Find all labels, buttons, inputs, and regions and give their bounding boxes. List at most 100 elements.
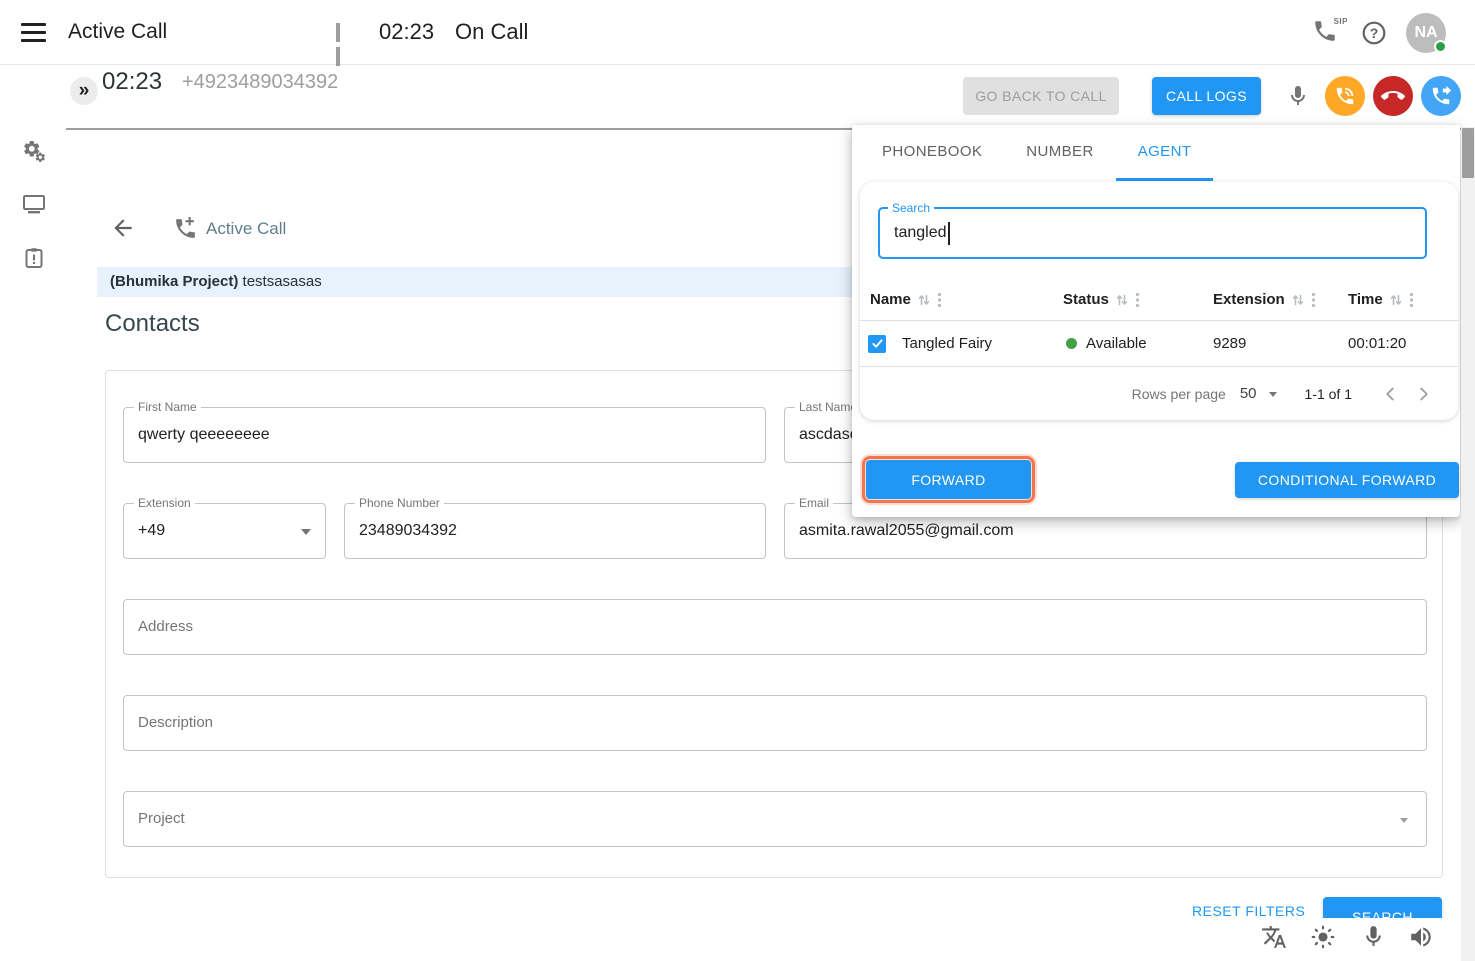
text-cursor <box>948 222 950 245</box>
call-end-button[interactable] <box>1373 76 1413 116</box>
report-icon <box>22 246 46 270</box>
translate-icon[interactable] <box>1261 924 1287 950</box>
check-icon <box>871 337 884 350</box>
sidebar-nav <box>0 65 66 961</box>
agent-search-card: Search Name Status Extension <box>860 182 1458 420</box>
phone-in-talk-button[interactable] <box>1325 76 1365 116</box>
tab-phonebook[interactable]: PHONEBOOK <box>860 125 1004 181</box>
back-button[interactable] <box>110 215 138 243</box>
phone-forward-icon <box>1430 85 1452 107</box>
sidebar-item-monitor[interactable] <box>22 192 46 216</box>
first-name-field-wrap: First Name <box>123 407 766 463</box>
reset-filters-button[interactable]: RESET FILTERS <box>1192 903 1305 919</box>
rows-per-page-select[interactable]: 50 <box>1240 385 1257 402</box>
agent-table-header: Name Status Extension Time <box>860 285 1458 320</box>
rows-per-page-caret-icon[interactable] <box>1269 392 1277 397</box>
rows-per-page-label: Rows per page <box>1132 386 1226 402</box>
call-logs-button[interactable]: CALL LOGS <box>1152 77 1261 115</box>
extension-field-wrap: Extension <box>123 503 326 559</box>
column-header-time[interactable]: Time <box>1348 291 1414 308</box>
tab-agent[interactable]: AGENT <box>1116 125 1214 181</box>
previous-page-button[interactable] <box>1378 382 1402 406</box>
vertical-scrollbar[interactable] <box>1461 127 1475 961</box>
column-header-status[interactable]: Status <box>1063 291 1140 308</box>
page-title: Contacts <box>105 310 200 338</box>
phone-in-talk-icon <box>1334 85 1356 107</box>
kebab-menu-icon[interactable] <box>1311 292 1316 308</box>
sidebar-item-settings[interactable] <box>22 139 46 163</box>
agent-search-field-wrap: Search <box>878 207 1427 259</box>
status-dot <box>1066 338 1077 349</box>
project-select[interactable] <box>124 792 1426 846</box>
banner-text: testsasasas <box>238 273 321 290</box>
tab-number[interactable]: NUMBER <box>1004 125 1115 181</box>
agent-name-cell: Tangled Fairy <box>902 321 992 366</box>
sort-icon[interactable] <box>1115 293 1129 307</box>
description-input[interactable] <box>124 696 1426 750</box>
forward-overlay-panel: PHONEBOOK NUMBER AGENT Search Name Statu… <box>852 125 1460 517</box>
call-timer: 02:23 <box>379 19 434 45</box>
overlay-tabs: PHONEBOOK NUMBER AGENT <box>860 125 1213 181</box>
agent-status-cell: Available <box>1066 321 1147 366</box>
online-status-dot <box>1434 40 1447 53</box>
agent-table-row[interactable]: Tangled Fairy Available 9289 00:01:20 <box>860 321 1458 366</box>
project-field-wrap <box>123 791 1427 847</box>
footer-bar <box>0 918 1475 961</box>
app-window: Active Call 02:23 On Call SIP ? NA » 02:… <box>0 0 1475 961</box>
speaker-icon[interactable] <box>1408 924 1434 950</box>
mic-footer-icon[interactable] <box>1361 924 1387 950</box>
phone-number-field-wrap: Phone Number <box>344 503 766 559</box>
first-name-input[interactable] <box>124 408 765 462</box>
pause-icon[interactable] <box>336 23 350 42</box>
forward-button[interactable]: FORWARD <box>866 460 1031 499</box>
extension-select[interactable] <box>124 504 325 558</box>
agent-search-input[interactable] <box>880 209 1425 257</box>
kebab-menu-icon[interactable] <box>1135 292 1140 308</box>
phone-number-input[interactable] <box>345 504 765 558</box>
agent-extension-cell: 9289 <box>1213 321 1246 366</box>
project-dropdown-caret-icon[interactable] <box>1400 818 1408 823</box>
first-name-label: First Name <box>134 400 201 414</box>
sip-phone-icon[interactable]: SIP <box>1312 18 1346 48</box>
call-end-icon <box>1381 84 1405 108</box>
monitor-icon <box>22 192 46 216</box>
row-checkbox[interactable] <box>868 335 886 353</box>
column-header-name[interactable]: Name <box>870 291 942 308</box>
sort-icon[interactable] <box>1389 293 1403 307</box>
sort-icon[interactable] <box>1291 293 1305 307</box>
chevron-left-icon <box>1379 383 1401 405</box>
next-page-button[interactable] <box>1412 382 1436 406</box>
agent-status-text: Available <box>1086 335 1147 352</box>
call-status-text: On Call <box>455 19 528 45</box>
hamburger-menu-icon[interactable] <box>21 23 46 42</box>
caller-phone-number: +4923489034392 <box>182 71 338 94</box>
table-pagination: Rows per page 50 1-1 of 1 <box>860 367 1458 420</box>
go-back-to-call-button[interactable]: GO BACK TO CALL <box>963 77 1119 115</box>
breadcrumb: Active Call <box>206 219 286 239</box>
agent-search-label: Search <box>888 201 934 215</box>
extension-dropdown-caret-icon[interactable] <box>301 529 311 535</box>
scrollbar-thumb[interactable] <box>1462 128 1474 178</box>
mic-icon[interactable] <box>1286 82 1310 110</box>
conditional-forward-button[interactable]: CONDITIONAL FORWARD <box>1235 462 1459 498</box>
chevron-right-icon <box>1413 383 1435 405</box>
help-icon[interactable]: ? <box>1361 20 1387 46</box>
brightness-icon[interactable] <box>1310 924 1336 950</box>
phone-forward-button[interactable] <box>1421 76 1461 116</box>
sidebar-item-report[interactable] <box>22 246 46 270</box>
back-arrow-icon <box>110 215 136 241</box>
email-label: Email <box>795 496 833 510</box>
column-header-extension[interactable]: Extension <box>1213 291 1316 308</box>
kebab-menu-icon[interactable] <box>1409 292 1414 308</box>
sort-icon[interactable] <box>917 293 931 307</box>
toolbar-call-timer: 02:23 <box>102 68 162 96</box>
address-field-wrap <box>123 599 1427 655</box>
description-field-wrap <box>123 695 1427 751</box>
expand-call-chip[interactable]: » <box>70 77 98 105</box>
kebab-menu-icon[interactable] <box>937 292 942 308</box>
banner-project-name: (Bhumika Project) <box>110 273 238 290</box>
sip-label: SIP <box>1334 17 1348 26</box>
agent-time-cell: 00:01:20 <box>1348 321 1406 366</box>
address-input[interactable] <box>124 600 1426 654</box>
pagination-range: 1-1 of 1 <box>1305 386 1352 402</box>
